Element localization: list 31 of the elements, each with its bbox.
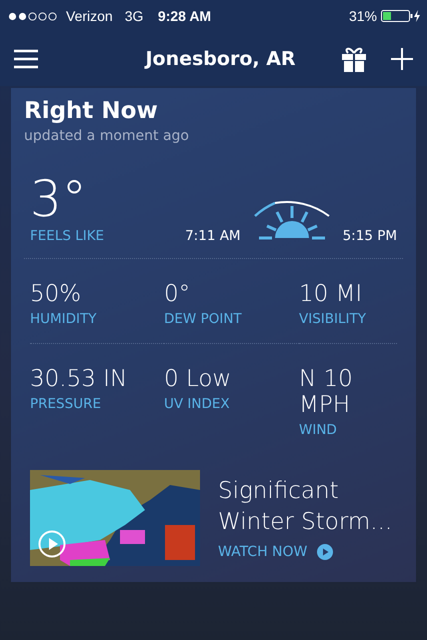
sunrise-time: 7:11 AM xyxy=(185,228,241,244)
video-title: Significant Winter Storm... xyxy=(218,476,394,537)
stat-label: VISIBILITY xyxy=(299,311,368,327)
stat-value: 0 Low xyxy=(164,366,232,392)
battery-charging-icon xyxy=(381,10,422,22)
sunset-time: 5:15 PM xyxy=(342,228,397,244)
stat-value: 0° xyxy=(164,281,192,307)
watch-now-link[interactable]: WATCH NOW xyxy=(218,544,334,560)
stat-value: 10 MI xyxy=(299,281,364,307)
temperature: 3° xyxy=(30,174,88,224)
network-type: 3G xyxy=(124,8,144,24)
carrier-name: Verizon xyxy=(66,8,113,24)
menu-button[interactable] xyxy=(14,49,38,69)
stat-label: HUMIDITY xyxy=(30,311,98,327)
stat-label: DEW POINT xyxy=(164,311,243,327)
stat-label: WIND xyxy=(299,422,338,438)
stat-value: 30.53 IN xyxy=(30,366,128,392)
stat-value: N 10 MPH xyxy=(299,366,354,418)
stat-label: PRESSURE xyxy=(30,396,102,412)
stat-label: FEELS LIKE xyxy=(30,228,104,244)
clock-time: 9:28 AM xyxy=(158,8,212,24)
gift-button[interactable] xyxy=(341,46,367,72)
card-title: Right Now xyxy=(24,98,159,124)
updated-time: updated a moment ago xyxy=(24,128,190,144)
location-title: Jonesboro, AR xyxy=(144,48,297,70)
stat-label: UV INDEX xyxy=(164,396,231,412)
play-icon[interactable] xyxy=(38,530,66,558)
play-icon xyxy=(317,544,334,560)
battery-percent: 31% xyxy=(348,8,378,24)
stat-value: 50% xyxy=(30,281,82,307)
add-button[interactable] xyxy=(391,48,413,70)
